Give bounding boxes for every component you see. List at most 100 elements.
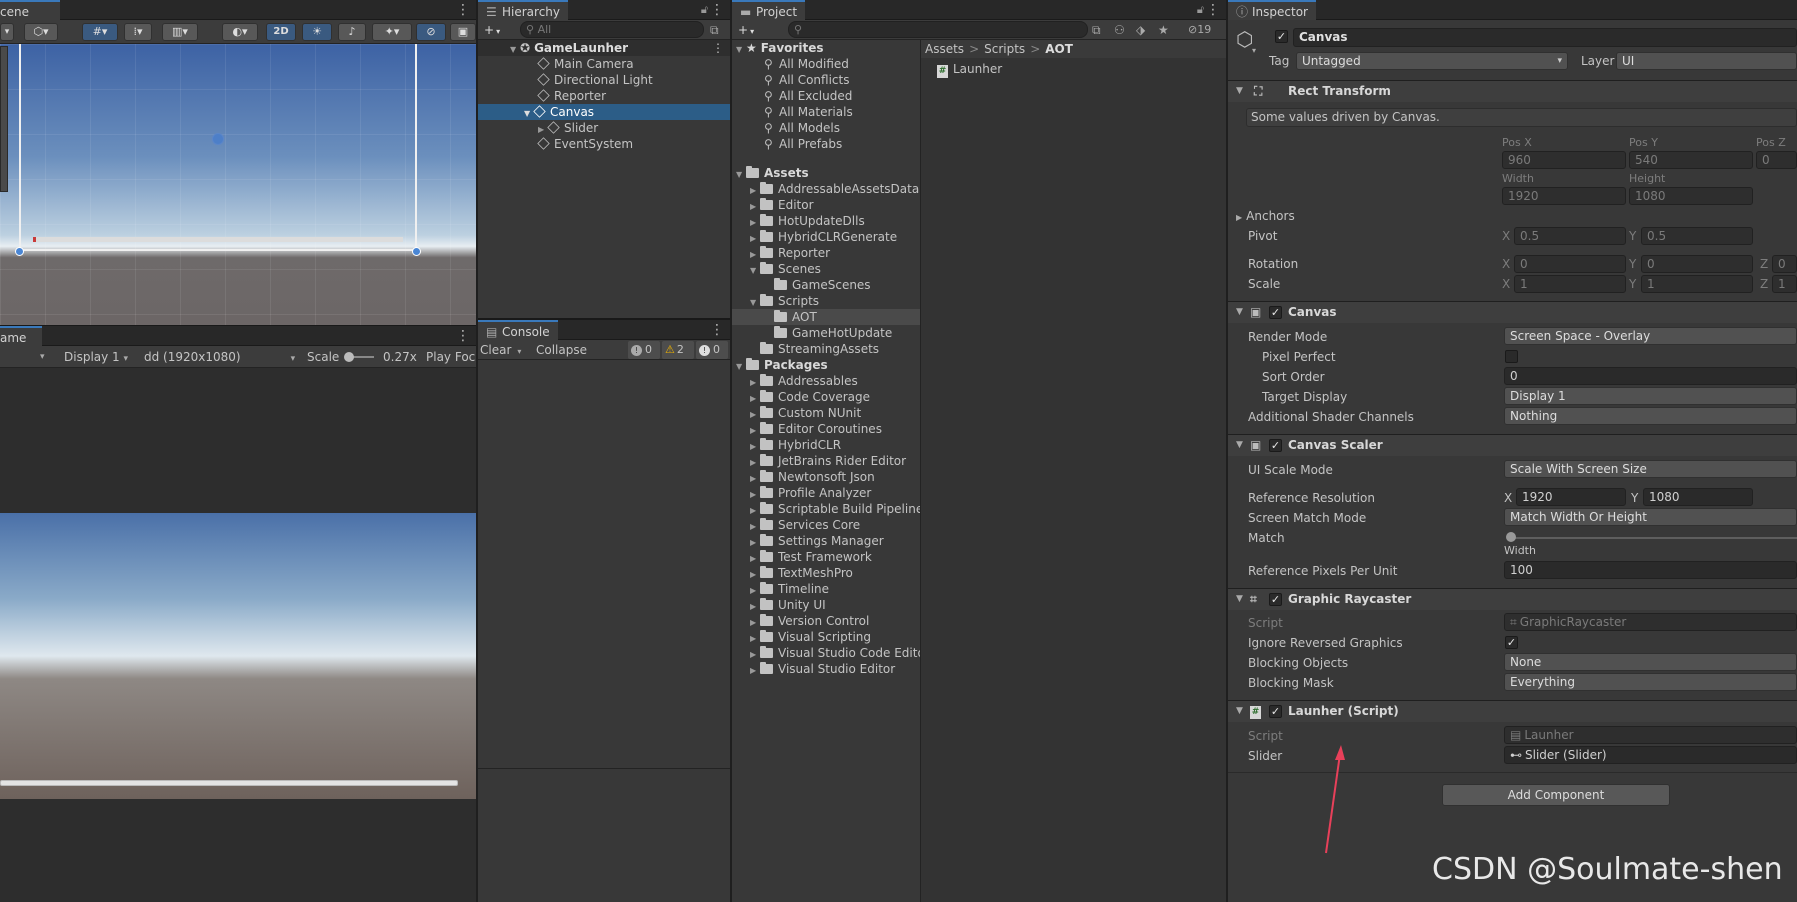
posx-field[interactable]: 960 (1502, 151, 1626, 169)
graphic-raycaster-header[interactable]: ▼ ⌗ ✓ Graphic Raycaster (1228, 588, 1797, 610)
assets-header[interactable]: ▼ Assets (732, 165, 920, 181)
rotation-x-field[interactable]: 0 (1514, 255, 1626, 273)
scene-menu-icon[interactable]: ⋮ (712, 40, 724, 56)
pivot-handle-icon[interactable] (212, 133, 224, 145)
scene-menu-icon[interactable]: ⋮ (456, 0, 470, 20)
package-item[interactable]: ▶ Timeline (732, 581, 920, 597)
target-display-dropdown[interactable]: Display 1 (1504, 387, 1797, 405)
component-enabled-checkbox[interactable]: ✓ (1269, 593, 1282, 606)
tag-dropdown[interactable]: Untagged ▾ (1296, 52, 1568, 70)
foldout-icon[interactable]: ▼ (1236, 302, 1243, 323)
folder-item-selected[interactable]: AOT (732, 309, 920, 325)
layer-dropdown[interactable]: UI (1616, 52, 1797, 70)
icon-dropdown-icon[interactable]: ▾ (1252, 46, 1256, 55)
pivot-x-field[interactable]: 0.5 (1514, 227, 1626, 245)
folder-item[interactable]: GameHotUpdate (732, 325, 920, 341)
match-slider-track[interactable] (1510, 537, 1797, 539)
game-menu-icon[interactable]: ⋮ (456, 326, 470, 346)
favorites-header[interactable]: ▼ ★ Favorites (732, 40, 920, 56)
favorite-item[interactable]: ⚲ All Materials (732, 104, 920, 120)
favorite-item[interactable]: ⚲ All Modified (732, 56, 920, 72)
render-mode-dropdown[interactable]: Screen Space - Overlay (1504, 327, 1797, 345)
create-dropdown-icon[interactable]: + ▾ (484, 22, 500, 40)
package-item[interactable]: ▶ Visual Scripting (732, 629, 920, 645)
scale-slider-thumb[interactable] (344, 352, 354, 362)
package-item[interactable]: ▶ TextMeshPro (732, 565, 920, 581)
tab-project[interactable]: ▬ Project (732, 0, 806, 20)
hierarchy-search-input[interactable]: ⚲ All (520, 21, 704, 38)
tab-console[interactable]: ▤ Console (478, 320, 558, 340)
scene-viewport[interactable] (0, 44, 476, 325)
hierarchy-scene-root[interactable]: ▼ ✪ GameLaunher ⋮ (478, 40, 730, 56)
log-count-toggle[interactable]: ! 0 (628, 341, 660, 359)
scale-z-field[interactable]: 1 (1772, 275, 1797, 293)
sort-order-field[interactable]: 0 (1504, 367, 1797, 385)
toggle-2d-button[interactable]: 2D (266, 23, 296, 41)
folder-item[interactable]: ▶ Reporter (732, 245, 920, 261)
collapse-button[interactable]: Collapse (536, 342, 587, 358)
scene-overlay-toolbar[interactable] (0, 46, 8, 192)
play-focused-dropdown[interactable]: Play Foc (426, 349, 475, 365)
folder-item[interactable]: ▶ AddressableAssetsData (732, 181, 920, 197)
canvas-scaler-header[interactable]: ▼ ▣ ✓ Canvas Scaler (1228, 434, 1797, 456)
package-item[interactable]: ▶ Unity UI (732, 597, 920, 613)
hierarchy-item-selected[interactable]: ▼ Canvas (478, 104, 730, 120)
posy-field[interactable]: 540 (1629, 151, 1753, 169)
lighting-icon[interactable]: ☀ (302, 23, 332, 41)
folder-item[interactable]: ▼ Scenes (732, 261, 920, 277)
effects-icon[interactable]: ✦▾ (372, 23, 412, 41)
favorite-item[interactable]: ⚲ All Conflicts (732, 72, 920, 88)
rotation-z-field[interactable]: 0 (1772, 255, 1797, 273)
search-by-type-icon[interactable]: ⧉ (1092, 22, 1101, 38)
display-dropdown[interactable]: Display 1 ▾ (64, 349, 128, 367)
match-slider-thumb[interactable] (1506, 532, 1516, 542)
posz-field[interactable]: 0 (1756, 151, 1797, 169)
anchor-handle-icon[interactable] (412, 247, 421, 256)
package-item[interactable]: ▶ JetBrains Rider Editor (732, 453, 920, 469)
tab-game[interactable]: ame (0, 326, 42, 346)
reference-y-field[interactable]: 1080 (1643, 488, 1753, 506)
console-divider[interactable] (478, 768, 730, 769)
blocking-mask-dropdown[interactable]: Everything (1504, 673, 1797, 691)
file-item[interactable]: # Launher (921, 61, 1226, 78)
console-log-area[interactable] (478, 360, 730, 902)
packages-header[interactable]: ▼ Packages (732, 357, 920, 373)
foldout-icon[interactable]: ▼ (1236, 701, 1243, 722)
anchors-foldout[interactable]: ▶ Anchors (1236, 208, 1295, 226)
tab-inspector[interactable]: ⓘ Inspector (1228, 0, 1316, 20)
lock-icon[interactable]: 🔓︎ (701, 0, 708, 20)
component-enabled-checkbox[interactable]: ✓ (1269, 705, 1282, 718)
scale-x-field[interactable]: 1 (1514, 275, 1626, 293)
folder-item[interactable]: ▼ Scripts (732, 293, 920, 309)
foldout-icon[interactable]: ▼ (1236, 435, 1243, 456)
shading-mode-icon[interactable]: ◐▾ (222, 23, 258, 41)
snap-increment-icon[interactable]: ⁞▾ (124, 23, 152, 41)
project-search-input[interactable]: ⚲ (788, 21, 1088, 38)
pixel-perfect-checkbox[interactable] (1505, 350, 1518, 363)
launher-script-header[interactable]: ▼ # ✓ Launher (Script) (1228, 700, 1797, 722)
active-checkbox[interactable]: ✓ (1275, 30, 1288, 43)
pivot-y-field[interactable]: 0.5 (1641, 227, 1753, 245)
hidden-objects-icon[interactable]: ⊘ (416, 23, 446, 41)
favorite-item[interactable]: ⚲ All Excluded (732, 88, 920, 104)
console-menu-icon[interactable]: ⋮ (710, 320, 724, 340)
package-item[interactable]: ▶ Editor Coroutines (732, 421, 920, 437)
foldout-icon[interactable]: ▼ (1236, 589, 1243, 610)
game-mode-dropdown-icon[interactable]: ▾ (40, 349, 45, 365)
error-count-toggle[interactable]: ! 0 (696, 341, 728, 359)
ui-scale-mode-dropdown[interactable]: Scale With Screen Size (1504, 460, 1797, 478)
filter-icon[interactable]: ⚇ (1114, 22, 1125, 38)
object-name-input[interactable]: Canvas (1293, 28, 1797, 47)
pixels-per-unit-field[interactable]: 100 (1504, 561, 1797, 579)
create-dropdown-icon[interactable]: + ▾ (738, 22, 754, 40)
hierarchy-item[interactable]: Directional Light (478, 72, 730, 88)
foldout-icon[interactable]: ▼ (1236, 81, 1243, 102)
breadcrumb-item[interactable]: Assets (925, 42, 964, 56)
folder-item[interactable]: ▶ Editor (732, 197, 920, 213)
hierarchy-item[interactable]: ▶ Slider (478, 120, 730, 136)
package-item[interactable]: ▶ Scriptable Build Pipeline (732, 501, 920, 517)
add-component-button[interactable]: Add Component (1442, 784, 1670, 806)
tab-scene[interactable]: cene (0, 0, 60, 20)
tab-hierarchy[interactable]: ☰ Hierarchy (478, 0, 569, 20)
ruler-icon[interactable]: ▥▾ (162, 23, 198, 41)
